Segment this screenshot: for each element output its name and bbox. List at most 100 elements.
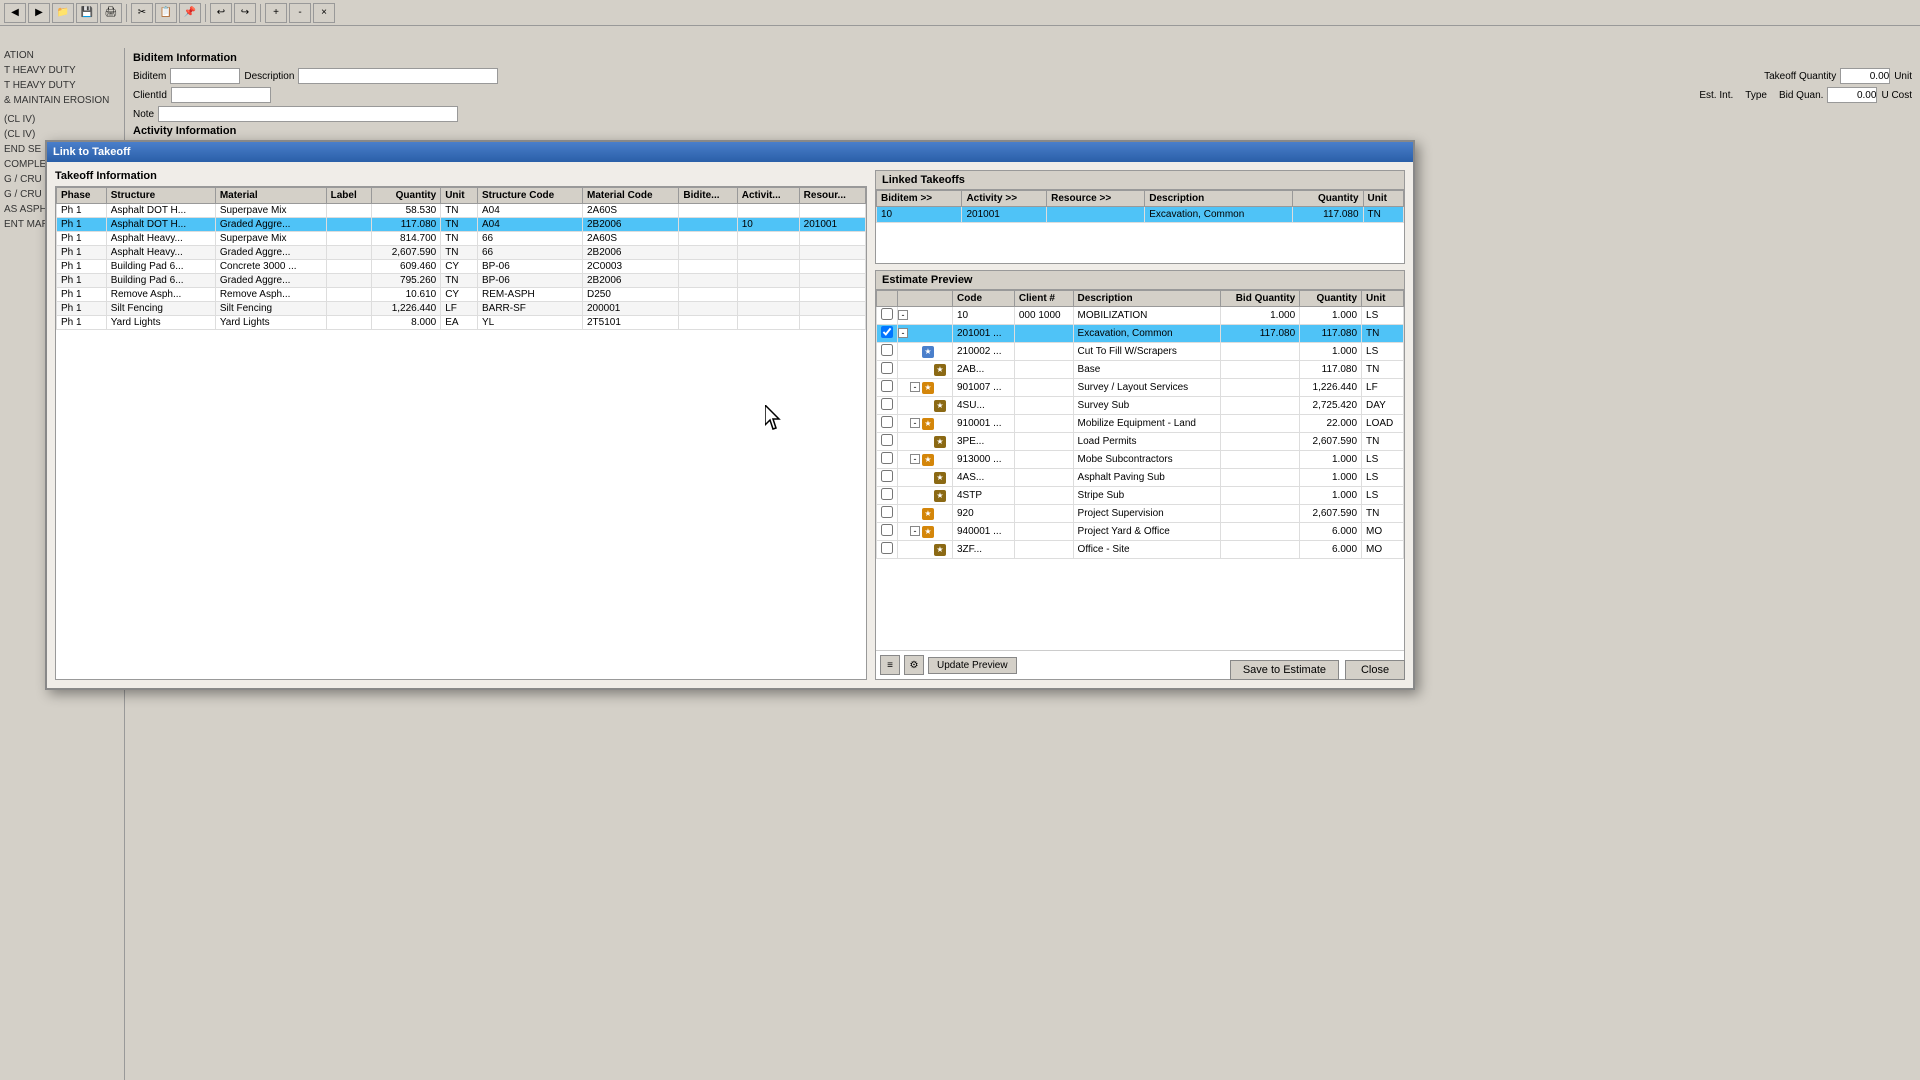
toolbar-btn-1[interactable]: ◀ — [4, 3, 26, 23]
row-checkbox[interactable] — [881, 326, 893, 338]
takeoff-row[interactable]: Ph 1 Yard Lights Yard Lights 8.000 EA YL… — [57, 316, 866, 330]
expand-btn[interactable]: - — [898, 310, 908, 320]
toolbar-btn-9[interactable]: + — [265, 3, 287, 23]
est-col-qty[interactable]: Quantity — [1300, 291, 1362, 307]
expand-btn[interactable]: - — [910, 382, 920, 392]
estimate-row[interactable]: ★ 920 Project Supervision 2,607.590 TN — [877, 505, 1404, 523]
estimate-table[interactable]: Code Client # Description Bid Quantity Q… — [876, 290, 1404, 559]
takeoff-row[interactable]: Ph 1 Asphalt DOT H... Superpave Mix 58.5… — [57, 204, 866, 218]
col-unit[interactable]: Unit — [441, 188, 478, 204]
notes-input[interactable] — [158, 106, 458, 122]
estimate-row[interactable]: ★ 3ZF... Office - Site 6.000 MO — [877, 541, 1404, 559]
est-col-code[interactable]: Code — [953, 291, 1015, 307]
col-resour[interactable]: Resour... — [799, 188, 865, 204]
row-checkbox[interactable] — [881, 416, 893, 428]
col-quantity[interactable]: Quantity — [372, 188, 441, 204]
toolbar-btn-7[interactable]: 📋 — [155, 3, 177, 23]
biditem-input[interactable] — [170, 68, 240, 84]
nav-item-6[interactable]: (CL IV) — [0, 112, 124, 127]
expand-btn[interactable]: - — [910, 526, 920, 536]
nav-item-4[interactable]: & MAINTAIN EROSION — [0, 93, 124, 108]
toolbar-btn-2[interactable]: ▶ — [28, 3, 50, 23]
nav-item-1[interactable]: ATION — [0, 48, 124, 63]
nav-item-3[interactable]: T HEAVY DUTY — [0, 78, 124, 93]
cell-check[interactable] — [877, 541, 898, 559]
takeoff-row[interactable]: Ph 1 Asphalt Heavy... Superpave Mix 814.… — [57, 232, 866, 246]
estimate-row[interactable]: -★ 913000 ... Mobe Subcontractors 1.000 … — [877, 451, 1404, 469]
estimate-icon-btn-1[interactable]: ≡ — [880, 655, 900, 675]
cell-check[interactable] — [877, 451, 898, 469]
cell-check[interactable] — [877, 487, 898, 505]
est-col-desc[interactable]: Description — [1073, 291, 1220, 307]
row-checkbox[interactable] — [881, 542, 893, 554]
col-mat-code[interactable]: Material Code — [583, 188, 679, 204]
row-checkbox[interactable] — [881, 488, 893, 500]
cell-check[interactable] — [877, 343, 898, 361]
estimate-row[interactable]: -★ 901007 ... Survey / Layout Services 1… — [877, 379, 1404, 397]
row-checkbox[interactable] — [881, 506, 893, 518]
cell-check[interactable] — [877, 415, 898, 433]
estimate-row[interactable]: ★ 210002 ... Cut To Fill W/Scrapers 1.00… — [877, 343, 1404, 361]
toolbar-btn-undo[interactable]: ↩ — [210, 3, 232, 23]
toolbar-btn-3[interactable]: 📁 — [52, 3, 74, 23]
est-col-bid-qty[interactable]: Bid Quantity — [1220, 291, 1299, 307]
bid-quan-input[interactable] — [1827, 87, 1877, 103]
col-activ[interactable]: Activit... — [737, 188, 799, 204]
update-preview-button[interactable]: Update Preview — [928, 657, 1017, 674]
toolbar-btn-11[interactable]: × — [313, 3, 335, 23]
estimate-row[interactable]: ★ 4STP Stripe Sub 1.000 LS — [877, 487, 1404, 505]
save-to-estimate-button[interactable]: Save to Estimate — [1230, 660, 1339, 680]
takeoff-row[interactable]: Ph 1 Asphalt DOT H... Graded Aggre... 11… — [57, 218, 866, 232]
row-checkbox[interactable] — [881, 434, 893, 446]
description-input[interactable] — [298, 68, 498, 84]
col-phase[interactable]: Phase — [57, 188, 107, 204]
est-col-check[interactable] — [877, 291, 898, 307]
row-checkbox[interactable] — [881, 344, 893, 356]
row-checkbox[interactable] — [881, 308, 893, 320]
col-struct-code[interactable]: Structure Code — [477, 188, 582, 204]
cell-check[interactable] — [877, 523, 898, 541]
estimate-row[interactable]: ★ 3PE... Load Permits 2,607.590 TN — [877, 433, 1404, 451]
estimate-table-scroll[interactable]: Code Client # Description Bid Quantity Q… — [876, 290, 1404, 650]
linked-col-desc[interactable]: Description — [1145, 191, 1293, 207]
close-button[interactable]: Close — [1345, 660, 1405, 680]
cell-check[interactable] — [877, 379, 898, 397]
linked-col-unit[interactable]: Unit — [1363, 191, 1403, 207]
takeoff-row[interactable]: Ph 1 Silt Fencing Silt Fencing 1,226.440… — [57, 302, 866, 316]
estimate-row[interactable]: - 201001 ... Excavation, Common 117.080 … — [877, 325, 1404, 343]
takeoff-row[interactable]: Ph 1 Building Pad 6... Concrete 3000 ...… — [57, 260, 866, 274]
expand-btn[interactable]: - — [910, 418, 920, 428]
estimate-row[interactable]: - 10 000 1000 MOBILIZATION 1.000 1.000 L… — [877, 307, 1404, 325]
toolbar-btn-4[interactable]: 💾 — [76, 3, 98, 23]
linked-col-qty[interactable]: Quantity — [1293, 191, 1363, 207]
estimate-row[interactable]: ★ 2AB... Base 117.080 TN — [877, 361, 1404, 379]
takeoff-row[interactable]: Ph 1 Remove Asph... Remove Asph... 10.61… — [57, 288, 866, 302]
row-checkbox[interactable] — [881, 470, 893, 482]
col-label[interactable]: Label — [326, 188, 371, 204]
linked-table[interactable]: Biditem >> Activity >> Resource >> Descr… — [876, 190, 1404, 223]
cell-check[interactable] — [877, 307, 898, 325]
row-checkbox[interactable] — [881, 362, 893, 374]
estimate-row[interactable]: ★ 4SU... Survey Sub 2,725.420 DAY — [877, 397, 1404, 415]
col-bidite[interactable]: Bidite... — [679, 188, 737, 204]
cell-check[interactable] — [877, 505, 898, 523]
estimate-row[interactable]: -★ 940001 ... Project Yard & Office 6.00… — [877, 523, 1404, 541]
cell-check[interactable] — [877, 433, 898, 451]
expand-btn[interactable]: - — [910, 454, 920, 464]
takeoff-row[interactable]: Ph 1 Asphalt Heavy... Graded Aggre... 2,… — [57, 246, 866, 260]
linked-row[interactable]: 10 201001 Excavation, Common 117.080 TN — [877, 207, 1404, 223]
takeoff-table[interactable]: Phase Structure Material Label Quantity … — [55, 186, 867, 680]
row-checkbox[interactable] — [881, 398, 893, 410]
linked-col-activity[interactable]: Activity >> — [962, 191, 1047, 207]
expand-btn[interactable]: - — [898, 328, 908, 338]
est-col-client[interactable]: Client # — [1014, 291, 1073, 307]
cell-check[interactable] — [877, 397, 898, 415]
clientid-input[interactable] — [171, 87, 271, 103]
takeoff-qty-input[interactable] — [1840, 68, 1890, 84]
linked-col-biditem[interactable]: Biditem >> — [877, 191, 962, 207]
estimate-icon-btn-2[interactable]: ⚙ — [904, 655, 924, 675]
estimate-row[interactable]: -★ 910001 ... Mobilize Equipment - Land … — [877, 415, 1404, 433]
linked-col-resource[interactable]: Resource >> — [1047, 191, 1145, 207]
cell-check[interactable] — [877, 361, 898, 379]
nav-item-2[interactable]: T HEAVY DUTY — [0, 63, 124, 78]
